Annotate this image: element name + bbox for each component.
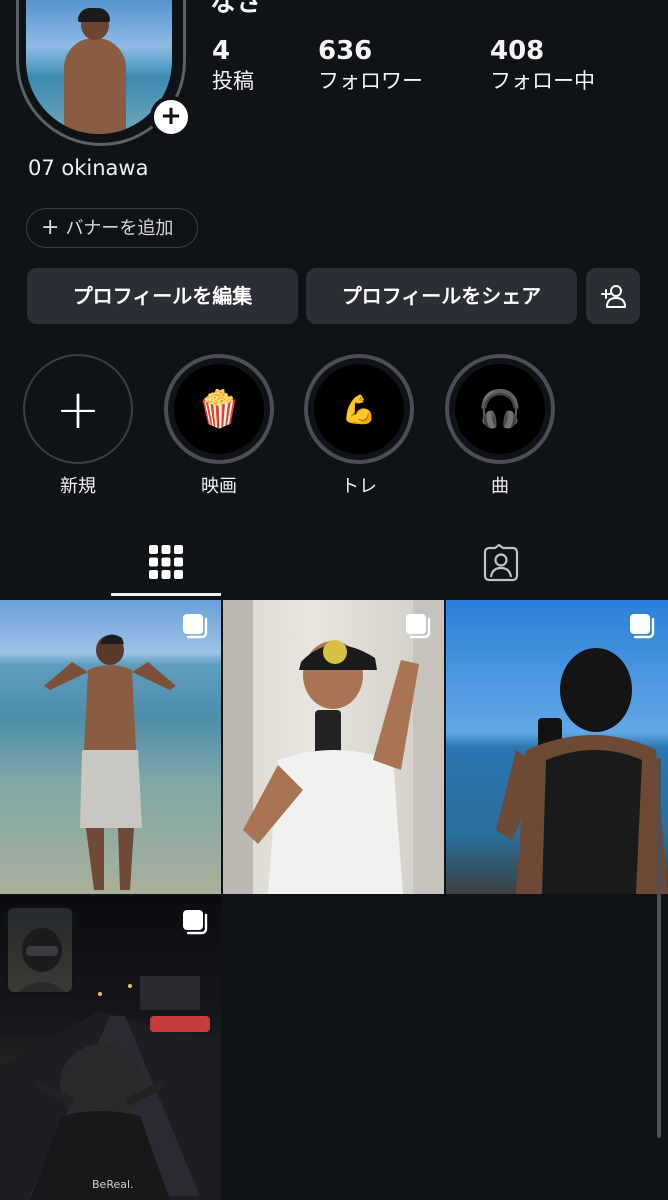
display-name: なさ xyxy=(210,0,263,18)
add-story-button[interactable]: + xyxy=(150,96,192,138)
plus-icon: + xyxy=(55,377,101,441)
plus-icon: + xyxy=(160,101,182,131)
tab-tagged[interactable] xyxy=(446,530,556,596)
flexed-biceps-icon: 💪 xyxy=(314,364,404,454)
multi-photo-icon xyxy=(183,910,208,935)
plus-icon: + xyxy=(41,215,60,240)
stat-followers[interactable]: 636 フォロワー xyxy=(318,36,423,96)
post-tile[interactable] xyxy=(223,600,444,894)
edit-profile-button[interactable]: プロフィールを編集 xyxy=(27,268,298,324)
post-tile[interactable] xyxy=(446,600,668,894)
stat-number: 408 xyxy=(490,36,545,66)
post-image xyxy=(44,634,176,890)
highlight-label: 新規 xyxy=(60,476,96,497)
highlight-label: トレ xyxy=(341,476,377,497)
scrollbar[interactable] xyxy=(657,758,661,1138)
stat-following[interactable]: 408 フォロー中 xyxy=(490,36,595,96)
stat-number: 4 xyxy=(212,36,231,66)
post-image xyxy=(496,648,668,894)
bio-name: 07 okinawa xyxy=(28,156,149,180)
headphones-icon: 🎧 xyxy=(455,364,545,454)
multi-photo-icon xyxy=(183,614,208,639)
stat-label: 投稿 xyxy=(212,69,254,93)
avatar-container[interactable]: + xyxy=(16,0,192,148)
multi-photo-icon xyxy=(630,614,655,639)
stat-label: フォロワー xyxy=(318,69,423,93)
popcorn-icon: 🍿 xyxy=(174,364,264,454)
highlight-label: 映画 xyxy=(201,476,237,497)
highlight-music[interactable]: 🎧 曲 xyxy=(445,354,555,498)
share-profile-button[interactable]: プロフィールをシェア xyxy=(306,268,577,324)
multi-photo-icon xyxy=(406,614,431,639)
add-banner-button[interactable]: + バナーを追加 xyxy=(26,208,198,248)
highlight-new[interactable]: + 新規 xyxy=(23,354,133,498)
bereal-front-camera-inset xyxy=(6,906,74,994)
stat-number: 636 xyxy=(318,36,373,66)
add-banner-label: バナーを追加 xyxy=(65,218,174,239)
discover-people-button[interactable] xyxy=(586,268,640,324)
bereal-watermark: BeReal. xyxy=(92,1178,134,1191)
highlight-movie[interactable]: 🍿 映画 xyxy=(164,354,274,498)
share-profile-label: プロフィールをシェア xyxy=(341,284,542,308)
highlight-label: 曲 xyxy=(491,476,509,497)
edit-profile-label: プロフィールを編集 xyxy=(72,284,253,308)
stat-posts[interactable]: 4 投稿 xyxy=(212,36,254,96)
add-user-icon xyxy=(601,285,626,308)
tagged-person-icon xyxy=(483,544,519,582)
grid-icon xyxy=(149,544,183,579)
tab-posts-grid[interactable] xyxy=(111,530,221,596)
stat-label: フォロー中 xyxy=(490,69,595,93)
highlight-training[interactable]: 💪 トレ xyxy=(304,354,414,498)
post-tile[interactable] xyxy=(0,600,221,894)
post-image xyxy=(223,600,444,894)
